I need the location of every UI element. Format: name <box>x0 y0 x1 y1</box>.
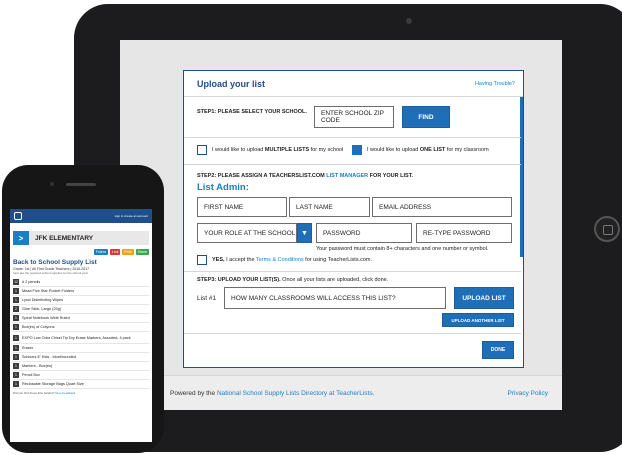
multiple-lists-label: I would like to upload MULTIPLE LISTS fo… <box>212 147 344 153</box>
password-hint: Your password must contain 8+ characters… <box>316 246 489 252</box>
accept-terms-checkbox[interactable] <box>197 255 207 265</box>
last-name-field[interactable]: LAST NAME <box>289 197 370 217</box>
list-item: 1 Mead Five Star Pocket Folders <box>13 287 149 296</box>
help-link[interactable]: Having Trouble? <box>475 81 515 87</box>
list-item: 1 Spiral Notebook Wide Ruled <box>13 314 149 323</box>
upload-list-button[interactable]: UPLOAD LIST <box>454 287 514 309</box>
site-footer: Powered by the National School Supply Li… <box>120 375 562 410</box>
first-name-field[interactable]: FIRST NAME <box>197 197 287 217</box>
follow-button[interactable]: Follow <box>93 249 109 255</box>
teacherlists-logo-icon[interactable] <box>14 212 22 220</box>
supply-list: 12 # 2 pencils 1 Mead Five Star Pocket Fol… <box>13 278 149 389</box>
step3-label: STEP3: UPLOAD YOUR LIST(S). Once all you… <box>197 277 389 283</box>
classrooms-input[interactable]: HOW MANY CLASSROOMS WILL ACCESS THIS LIS… <box>224 287 446 309</box>
email-field[interactable]: EMAIL ADDRESS <box>372 197 512 217</box>
divider <box>184 333 521 334</box>
promo-stage: Upload your list Having Trouble? STEP1: … <box>0 0 622 455</box>
zip-code-input[interactable]: ENTER SCHOOL ZIP CODE <box>314 106 394 128</box>
account-links[interactable]: sign in create an account <box>115 214 148 218</box>
tablet-camera <box>406 18 412 24</box>
role-dropdown-chevron-icon[interactable]: ▼ <box>297 223 312 243</box>
list-number-label: List #1 <box>197 295 217 302</box>
list-admin-heading: List Admin: <box>197 182 249 193</box>
print-button[interactable]: Print <box>122 249 134 255</box>
privacy-policy-link[interactable]: Privacy Policy <box>508 390 548 397</box>
password-field[interactable]: PASSWORD <box>316 223 412 243</box>
list-item: 1 Reclosable Storage Bags Quart Size <box>13 380 149 389</box>
school-name: JFK ELEMENTARY <box>29 231 149 245</box>
done-button[interactable]: DONE <box>482 341 514 359</box>
card-header: Upload your list Having Trouble? <box>184 71 523 97</box>
list-item: 1 Eraser <box>13 344 149 353</box>
multiple-lists-checkbox[interactable] <box>197 145 207 155</box>
phone-camera <box>50 182 54 186</box>
list-item: 1 Markers - Box(es) <box>13 362 149 371</box>
upload-list-card: Upload your list Having Trouble? STEP1: … <box>183 70 524 368</box>
share-button[interactable]: Share <box>135 249 149 255</box>
step1-label: STEP1: PLEASE SELECT YOUR SCHOOL. <box>197 109 307 115</box>
phone-device: sign in create an account > JFK ELEMENTA… <box>2 165 164 453</box>
supply-list-note: here are the required school supplies fo… <box>13 271 89 275</box>
list-item: 12 # 2 pencils <box>13 278 149 287</box>
phone-screen: sign in create an account > JFK ELEMENTA… <box>10 209 152 442</box>
upload-another-list-button[interactable]: UPLOAD ANOTHER LIST <box>442 313 514 327</box>
list-item: 1 EXPO Low Odor Chisel Tip Dry Erase Mark… <box>13 332 149 344</box>
share-buttons: Follow Link Print Share <box>10 249 149 255</box>
supply-list-title: Back to School Supply List <box>13 259 97 266</box>
list-item: 1 Lysol Disinfecting Wipes <box>13 296 149 305</box>
step2-label: STEP2: PLEASE ASSIGN A TEACHERSLIST.COM … <box>197 173 413 179</box>
card-scrollbar[interactable] <box>520 97 523 257</box>
divider <box>184 137 521 138</box>
tablet-screen: Upload your list Having Trouble? STEP1: … <box>120 40 562 410</box>
divider <box>184 271 521 272</box>
feedback-prompt: Did you find these lists helpful? Give F… <box>13 391 76 395</box>
card-title: Upload your list <box>197 78 266 89</box>
list-item: 1 Scissors 5" Kids - blunt/rounded <box>13 353 149 362</box>
list-item: 1 Box(es) of Crayons <box>13 323 149 332</box>
phone-header: sign in create an account <box>10 209 152 223</box>
list-manager-link[interactable]: LIST MANAGER <box>326 173 368 179</box>
chevron-right-icon[interactable]: > <box>13 231 29 245</box>
list-item: 2 Glue Stick, Large (22g) <box>13 305 149 314</box>
list-item: 1 Pencil Box <box>13 371 149 380</box>
powered-by-text: Powered by the National School Supply Li… <box>170 389 375 397</box>
find-button[interactable]: FIND <box>402 106 450 128</box>
one-list-checkbox[interactable] <box>352 145 362 155</box>
directory-link[interactable]: National School Supply Lists Directory a… <box>217 390 374 397</box>
retype-password-field[interactable]: RE-TYPE PASSWORD <box>416 223 512 243</box>
one-list-label: I would like to upload ONE LIST for my c… <box>367 147 489 153</box>
phone-speaker <box>66 183 96 186</box>
link-button[interactable]: Link <box>110 249 121 255</box>
school-banner: > JFK ELEMENTARY <box>13 231 149 245</box>
accept-terms-label: YES, I accept the Terms & Conditions for… <box>212 257 373 263</box>
feedback-link[interactable]: Give Feedback <box>55 391 75 395</box>
terms-link[interactable]: Terms & Conditions <box>256 257 304 263</box>
tablet-home-button[interactable] <box>594 216 620 242</box>
divider <box>184 164 521 165</box>
role-select[interactable]: YOUR ROLE AT THE SCHOOL <box>197 223 297 243</box>
